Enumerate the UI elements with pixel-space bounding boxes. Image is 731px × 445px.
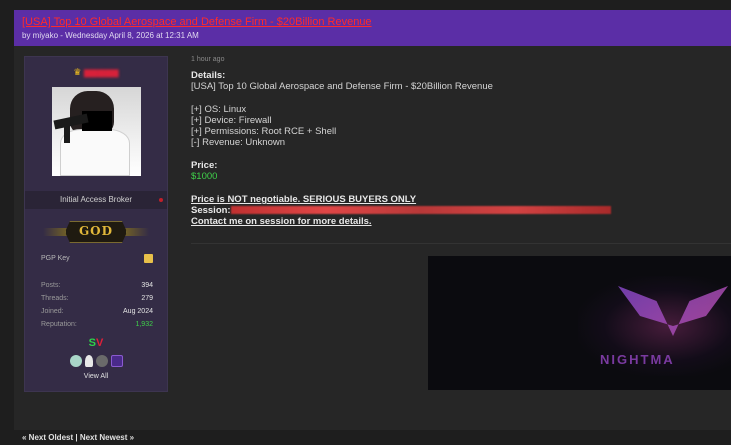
thread-title[interactable]: [USA] Top 10 Global Aerospace and Defens… bbox=[22, 15, 723, 29]
stat-posts: Posts: 394 bbox=[41, 282, 153, 289]
signature-banner: NIGHTMA bbox=[428, 256, 731, 390]
spec-line: [+] OS: Linux bbox=[191, 104, 247, 115]
user-rank: Initial Access Broker bbox=[25, 191, 167, 209]
username-row[interactable]: ♛ ▆▆▆▆▆ bbox=[25, 67, 167, 78]
award-diamond-icon[interactable] bbox=[69, 355, 82, 367]
session-label: Session: bbox=[191, 205, 231, 216]
spec-line: [+] Permissions: Root RCE + Shell bbox=[191, 126, 337, 137]
user-panel: ♛ ▆▆▆▆▆ Initial Access Broker GOD PGP Ke… bbox=[24, 56, 168, 392]
rank-title: Initial Access Broker bbox=[59, 195, 133, 204]
stat-joined: Joined: Aug 2024 bbox=[41, 308, 153, 315]
view-all-awards-link[interactable]: View All bbox=[25, 373, 167, 380]
post-time[interactable]: 1 hour ago bbox=[191, 56, 224, 63]
user-stats: Posts: 394 Threads: 279 Joined: Aug 2024… bbox=[41, 279, 153, 331]
price-notice: Price is NOT negotiable. SERIOUS BUYERS … bbox=[191, 194, 417, 205]
award-ghost-icon[interactable] bbox=[84, 355, 93, 367]
award-icons bbox=[25, 355, 167, 369]
pgp-key-row[interactable]: PGP Key bbox=[41, 254, 153, 263]
award-box-icon[interactable] bbox=[110, 355, 123, 367]
sv-badge: SV bbox=[88, 337, 104, 349]
session-line: Session: bbox=[191, 205, 731, 216]
contact-link[interactable]: Contact me on session for more details. bbox=[191, 216, 731, 227]
group-badge: GOD bbox=[43, 217, 149, 247]
banner-text: NIGHTMA bbox=[600, 352, 675, 367]
stat-threads: Threads: 279 bbox=[41, 295, 153, 302]
next-oldest-link[interactable]: « Next Oldest bbox=[22, 433, 73, 442]
pgp-label: PGP Key bbox=[41, 255, 70, 262]
thread-frame: [USA] Top 10 Global Aerospace and Defens… bbox=[14, 10, 731, 430]
avatar[interactable] bbox=[52, 87, 141, 176]
details-label: Details: bbox=[191, 70, 226, 81]
award-helmet-icon[interactable] bbox=[95, 355, 108, 367]
next-newest-link[interactable]: Next Newest » bbox=[80, 433, 134, 442]
nav-separator: | bbox=[73, 433, 80, 442]
session-id-redacted bbox=[230, 206, 611, 215]
pgp-key-icon[interactable] bbox=[144, 254, 153, 263]
spec-line: [-] Revenue: Unknown bbox=[191, 137, 285, 148]
spec-line: [+] Device: Firewall bbox=[191, 115, 272, 126]
thread-navigation: « Next Oldest | Next Newest » bbox=[22, 433, 134, 442]
online-status-icon bbox=[159, 198, 163, 202]
thread-meta: by miyako - Wednesday April 8, 2026 at 1… bbox=[22, 31, 199, 40]
post-body: Details: [USA] Top 10 Global Aerospace a… bbox=[191, 70, 731, 227]
post-divider bbox=[191, 243, 731, 244]
username-redacted: ▆▆▆▆▆ bbox=[83, 67, 119, 77]
price-value: $1000 bbox=[191, 171, 218, 182]
stat-reputation: Reputation: 1,932 bbox=[41, 321, 153, 328]
crown-icon: ♛ bbox=[73, 67, 82, 77]
price-label: Price: bbox=[191, 160, 218, 171]
details-text: [USA] Top 10 Global Aerospace and Defens… bbox=[191, 81, 493, 92]
thread-header: [USA] Top 10 Global Aerospace and Defens… bbox=[14, 10, 731, 46]
group-badge-label: GOD bbox=[78, 224, 114, 238]
